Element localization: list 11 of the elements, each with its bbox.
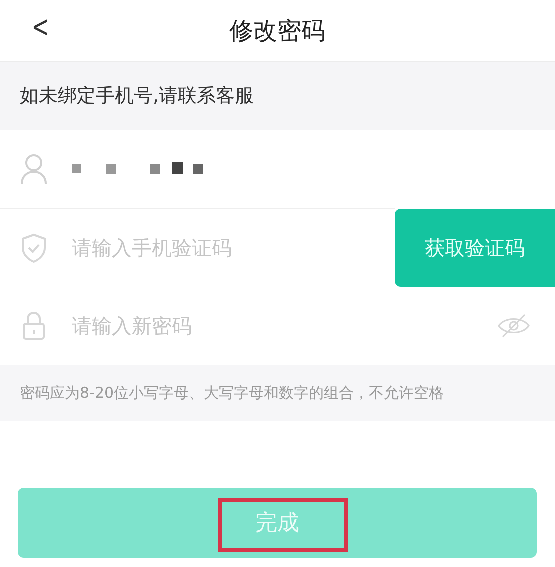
password-rule-text: 密码应为8-20位小写字母、大写字母和数字的组合，不允许空格 (20, 384, 444, 402)
page-title: 修改密码 (230, 16, 326, 46)
verification-code-field[interactable]: 请输入手机验证码 (70, 235, 373, 261)
get-code-button[interactable]: 获取验证码 (395, 209, 555, 287)
shield-icon (21, 233, 47, 263)
notice-text: 如未绑定手机号,请联系客服 (20, 84, 254, 109)
user-icon (20, 153, 48, 185)
new-password-field[interactable]: 请输入新密码 (70, 313, 475, 339)
back-button[interactable]: < (28, 8, 54, 48)
hidden-eye-icon[interactable] (497, 313, 531, 339)
lock-icon (22, 311, 46, 341)
